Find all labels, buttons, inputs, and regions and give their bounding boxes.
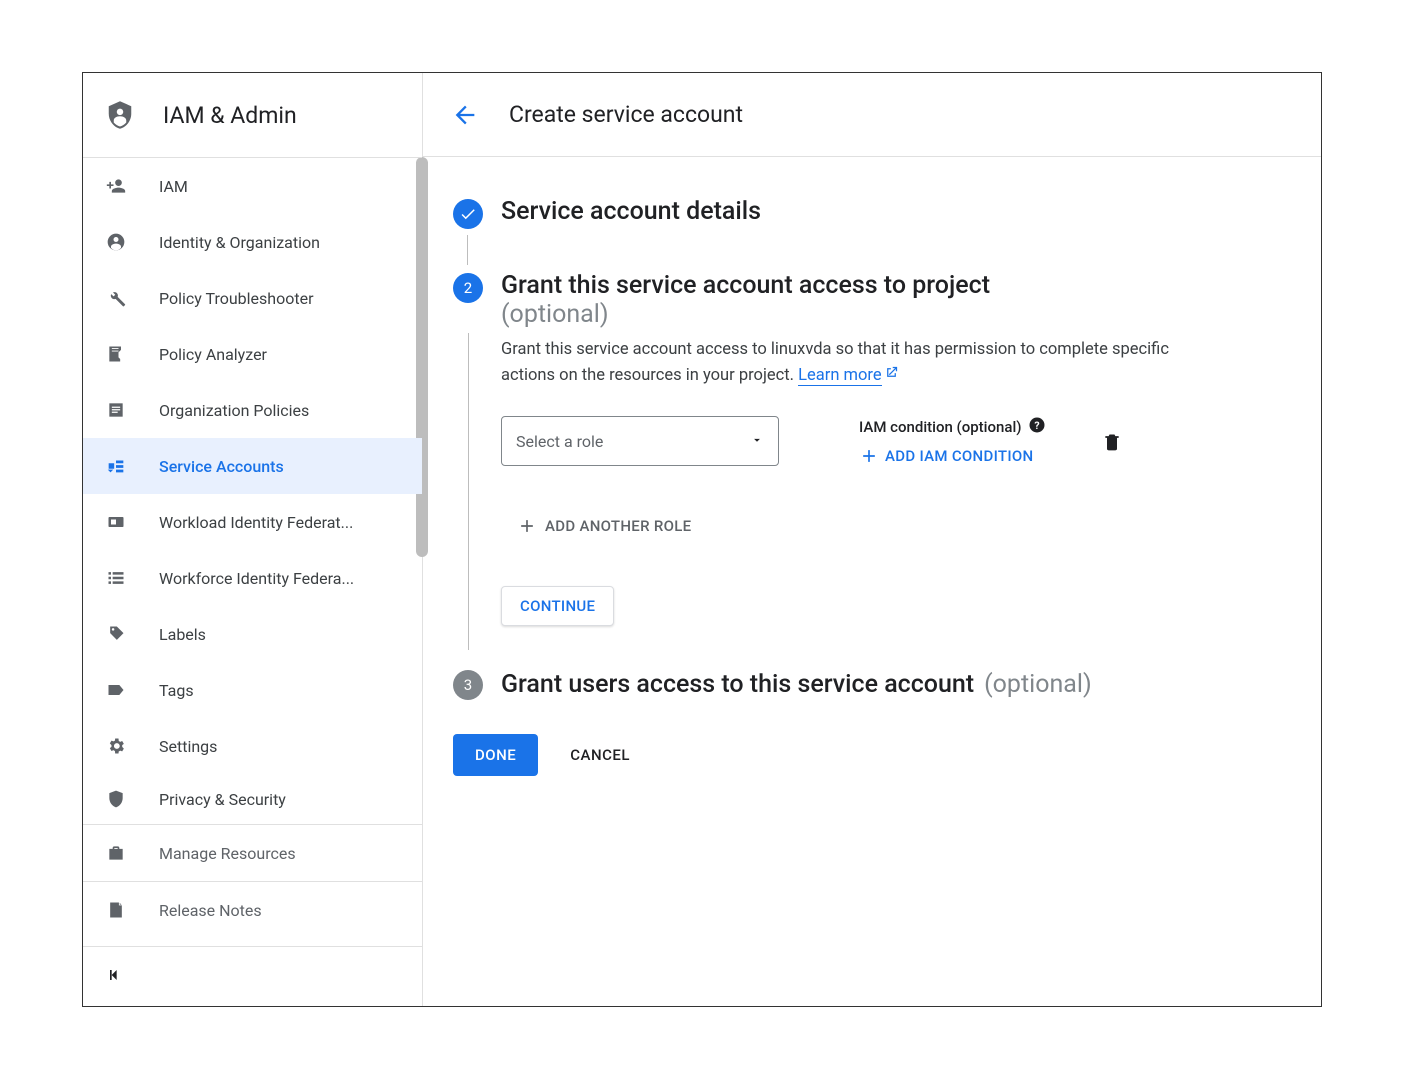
app-frame: IAM & Admin IAM Identity & Organization …: [82, 72, 1322, 1007]
sidebar-header: IAM & Admin: [83, 73, 422, 157]
sidebar-item-labels[interactable]: Labels: [83, 606, 422, 662]
sidebar-item-release-notes[interactable]: Release Notes: [83, 882, 422, 938]
briefcase-icon: [105, 842, 127, 864]
sidebar-item-label: Labels: [159, 625, 206, 644]
list-icon: [105, 567, 127, 589]
open-in-new-icon: [884, 366, 899, 385]
wrench-icon: [105, 287, 127, 309]
step-2-badge: 2: [453, 273, 483, 303]
sidebar-item-label: Identity & Organization: [159, 233, 320, 252]
page-title: Create service account: [509, 101, 743, 128]
sidebar-item-workforce-identity[interactable]: Workforce Identity Federa...: [83, 550, 422, 606]
sidebar-item-privacy[interactable]: Privacy & Security: [83, 774, 422, 824]
iam-condition-label: IAM condition (optional) ?: [859, 416, 1046, 438]
main-header: Create service account: [423, 73, 1321, 157]
role-select[interactable]: Select a role: [501, 416, 779, 466]
role-row: Select a role IAM condition (optional) ?: [501, 416, 1201, 466]
sidebar-item-label: Service Accounts: [159, 457, 284, 476]
step-2-optional: (optional): [501, 300, 990, 329]
sidebar-item-troubleshooter[interactable]: Policy Troubleshooter: [83, 270, 422, 326]
sidebar-item-label: Organization Policies: [159, 401, 309, 420]
done-button[interactable]: DONE: [453, 734, 538, 776]
notes-icon: [105, 899, 127, 921]
document-icon: [105, 399, 127, 421]
step-3-badge: 3: [453, 670, 483, 700]
sidebar-item-label: Policy Troubleshooter: [159, 289, 314, 308]
add-iam-condition-button[interactable]: ADD IAM CONDITION: [859, 446, 1046, 466]
sidebar-item-label: IAM: [159, 177, 188, 196]
label-icon: [105, 679, 127, 701]
step-3-optional: (optional): [984, 670, 1092, 699]
step-1-title: Service account details: [501, 197, 761, 226]
shield-icon: [105, 98, 135, 132]
continue-button[interactable]: CONTINUE: [501, 586, 614, 626]
workload-icon: [105, 511, 127, 533]
sidebar-item-analyzer[interactable]: Policy Analyzer: [83, 326, 422, 382]
main: Create service account Service account d…: [423, 73, 1321, 1006]
step-2-header: 2 Grant this service account access to p…: [453, 271, 1291, 329]
person-icon: [105, 231, 127, 253]
sidebar-item-org-policies[interactable]: Organization Policies: [83, 382, 422, 438]
step-2-description: Grant this service account access to lin…: [501, 337, 1201, 388]
shield-small-icon: [105, 788, 127, 810]
learn-more-link[interactable]: Learn more: [798, 366, 881, 386]
sidebar-item-label: Workload Identity Federat...: [159, 513, 353, 532]
step-3-header[interactable]: 3 Grant users access to this service acc…: [453, 668, 1291, 700]
sidebar-item-label: Tags: [159, 681, 194, 700]
sidebar-item-label: Workforce Identity Federa...: [159, 569, 354, 588]
action-row: DONE CANCEL: [453, 734, 1291, 776]
add-another-role-button[interactable]: ADD ANOTHER ROLE: [517, 516, 1201, 536]
svg-text:?: ?: [1034, 419, 1039, 432]
sidebar-item-tags[interactable]: Tags: [83, 662, 422, 718]
content-row: IAM & Admin IAM Identity & Organization …: [83, 73, 1321, 1006]
sidebar-item-label: Settings: [159, 737, 217, 756]
sidebar-item-identity[interactable]: Identity & Organization: [83, 214, 422, 270]
iam-condition-column: IAM condition (optional) ? ADD IAM CONDI…: [859, 416, 1046, 466]
dropdown-icon: [750, 432, 764, 451]
step-2-content: Grant this service account access to lin…: [453, 329, 1291, 646]
step-connector: [467, 235, 468, 265]
step-1-header[interactable]: Service account details: [453, 197, 1291, 229]
sidebar-item-service-accounts[interactable]: Service Accounts: [83, 438, 422, 494]
delete-button[interactable]: [1102, 432, 1122, 456]
sidebar-item-label: Privacy & Security: [159, 790, 286, 809]
service-account-icon: [105, 455, 127, 477]
sidebar-scroll: IAM Identity & Organization Policy Troub…: [83, 157, 422, 946]
sidebar-item-settings[interactable]: Settings: [83, 718, 422, 774]
sidebar-title: IAM & Admin: [163, 102, 297, 129]
sidebar-item-label: Release Notes: [159, 901, 262, 920]
sidebar-item-iam[interactable]: IAM: [83, 158, 422, 214]
check-icon: [453, 199, 483, 229]
sidebar-item-manage-resources[interactable]: Manage Resources: [83, 825, 422, 881]
step-3-title: Grant users access to this service accou…: [501, 670, 974, 699]
person-add-icon: [105, 175, 127, 197]
gear-icon: [105, 735, 127, 757]
cancel-button[interactable]: CANCEL: [570, 746, 630, 764]
chevron-left-icon: [105, 965, 125, 989]
sidebar-item-label: Manage Resources: [159, 844, 296, 863]
back-button[interactable]: [451, 101, 479, 129]
sidebar-collapse[interactable]: [83, 946, 422, 1006]
analyzer-icon: [105, 343, 127, 365]
sidebar: IAM & Admin IAM Identity & Organization …: [83, 73, 423, 1006]
help-icon[interactable]: ?: [1028, 416, 1046, 438]
sidebar-item-label: Policy Analyzer: [159, 345, 267, 364]
tag-icon: [105, 623, 127, 645]
step-2-title: Grant this service account access to pro…: [501, 271, 990, 300]
main-body: Service account details 2 Grant this ser…: [423, 157, 1321, 1006]
role-placeholder: Select a role: [516, 432, 603, 451]
sidebar-item-workload-identity[interactable]: Workload Identity Federat...: [83, 494, 422, 550]
